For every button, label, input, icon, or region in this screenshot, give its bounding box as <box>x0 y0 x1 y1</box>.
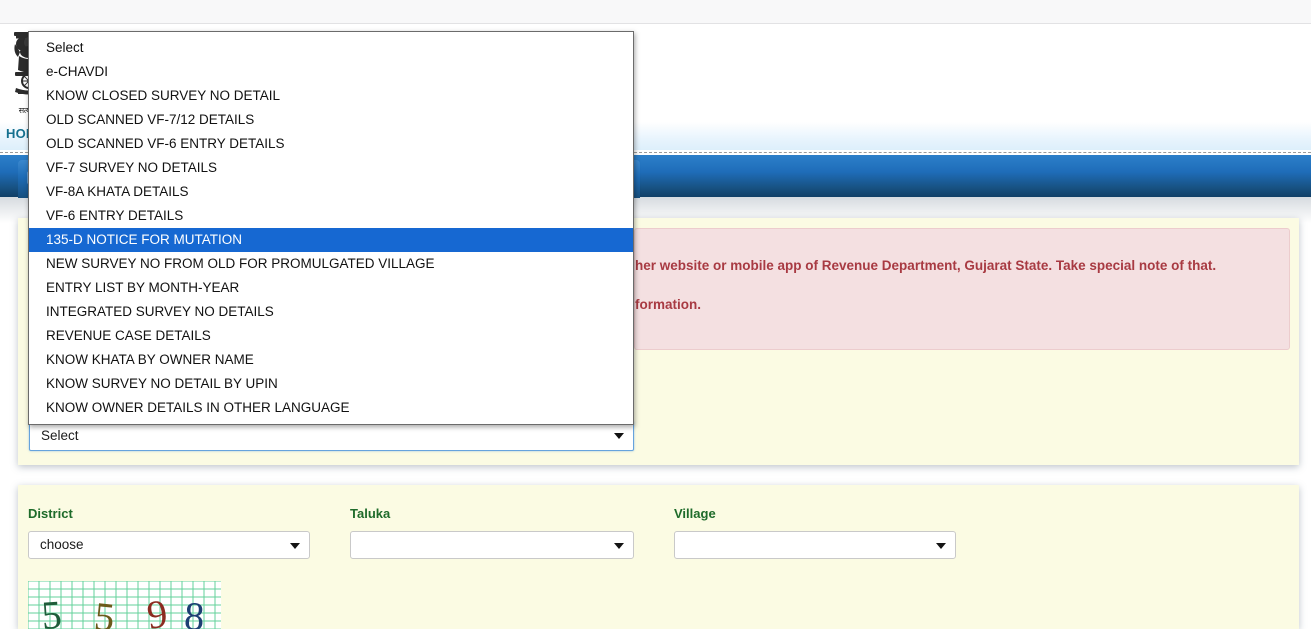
dropdown-option[interactable]: ENTRY LIST BY MONTH-YEAR <box>29 276 633 300</box>
village-label: Village <box>674 506 716 521</box>
taluka-label: Taluka <box>350 506 391 521</box>
village-select[interactable] <box>674 531 956 559</box>
dropdown-option[interactable]: e-CHAVDI <box>29 60 633 84</box>
taluka-select[interactable] <box>350 531 634 559</box>
svg-text:8: 8 <box>183 593 205 629</box>
record-type-dropdown-list[interactable]: Select e-CHAVDI KNOW CLOSED SURVEY NO DETA… <box>28 31 634 425</box>
dropdown-option[interactable]: REVENUE CASE DETAILS <box>29 324 633 348</box>
chevron-down-icon <box>936 543 946 549</box>
browser-chrome-strip <box>0 0 1311 24</box>
warning-notice: her website or mobile app of Revenue Dep… <box>634 228 1290 350</box>
dropdown-option[interactable]: INTEGRATED SURVEY NO DETAILS <box>29 300 633 324</box>
dropdown-option[interactable]: KNOW SURVEY NO DETAIL BY UPIN <box>29 372 633 396</box>
dropdown-option[interactable]: VF-8A KHATA DETAILS <box>29 180 633 204</box>
record-type-select-value: Select <box>41 428 79 443</box>
notice-line-2: formation. <box>635 297 701 312</box>
district-select[interactable]: choose <box>28 531 310 559</box>
chevron-down-icon <box>614 543 624 549</box>
record-type-select[interactable]: Select <box>29 421 634 451</box>
captcha-image: 5598 <box>28 581 221 629</box>
chevron-down-icon <box>290 543 300 549</box>
dropdown-option[interactable]: OLD SCANNED VF-7/12 DETAILS <box>29 108 633 132</box>
dropdown-option[interactable]: KNOW KHATA BY OWNER NAME <box>29 348 633 372</box>
dropdown-option[interactable]: NEW SURVEY NO FROM OLD FOR PROMULGATED V… <box>29 252 633 276</box>
dropdown-option[interactable]: OLD SCANNED VF-6 ENTRY DETAILS <box>29 132 633 156</box>
dropdown-option[interactable]: KNOW OWNER DETAILS IN OTHER LANGUAGE <box>29 396 633 420</box>
svg-text:5: 5 <box>40 592 63 629</box>
screen-root: सत्यमेव HOME her website or mobile app o… <box>0 0 1311 629</box>
dropdown-option[interactable]: VF-7 SURVEY NO DETAILS <box>29 156 633 180</box>
notice-line-1: her website or mobile app of Revenue Dep… <box>635 258 1217 273</box>
district-label: District <box>28 506 73 521</box>
dropdown-option[interactable]: Select <box>29 36 633 60</box>
chevron-down-icon <box>614 433 624 439</box>
svg-text:5: 5 <box>92 593 117 629</box>
district-select-value: choose <box>40 537 84 552</box>
dropdown-option[interactable]: KNOW CLOSED SURVEY NO DETAIL <box>29 84 633 108</box>
dropdown-option[interactable]: 135-D NOTICE FOR MUTATION <box>29 228 633 252</box>
dropdown-option[interactable]: VF-6 ENTRY DETAILS <box>29 204 633 228</box>
